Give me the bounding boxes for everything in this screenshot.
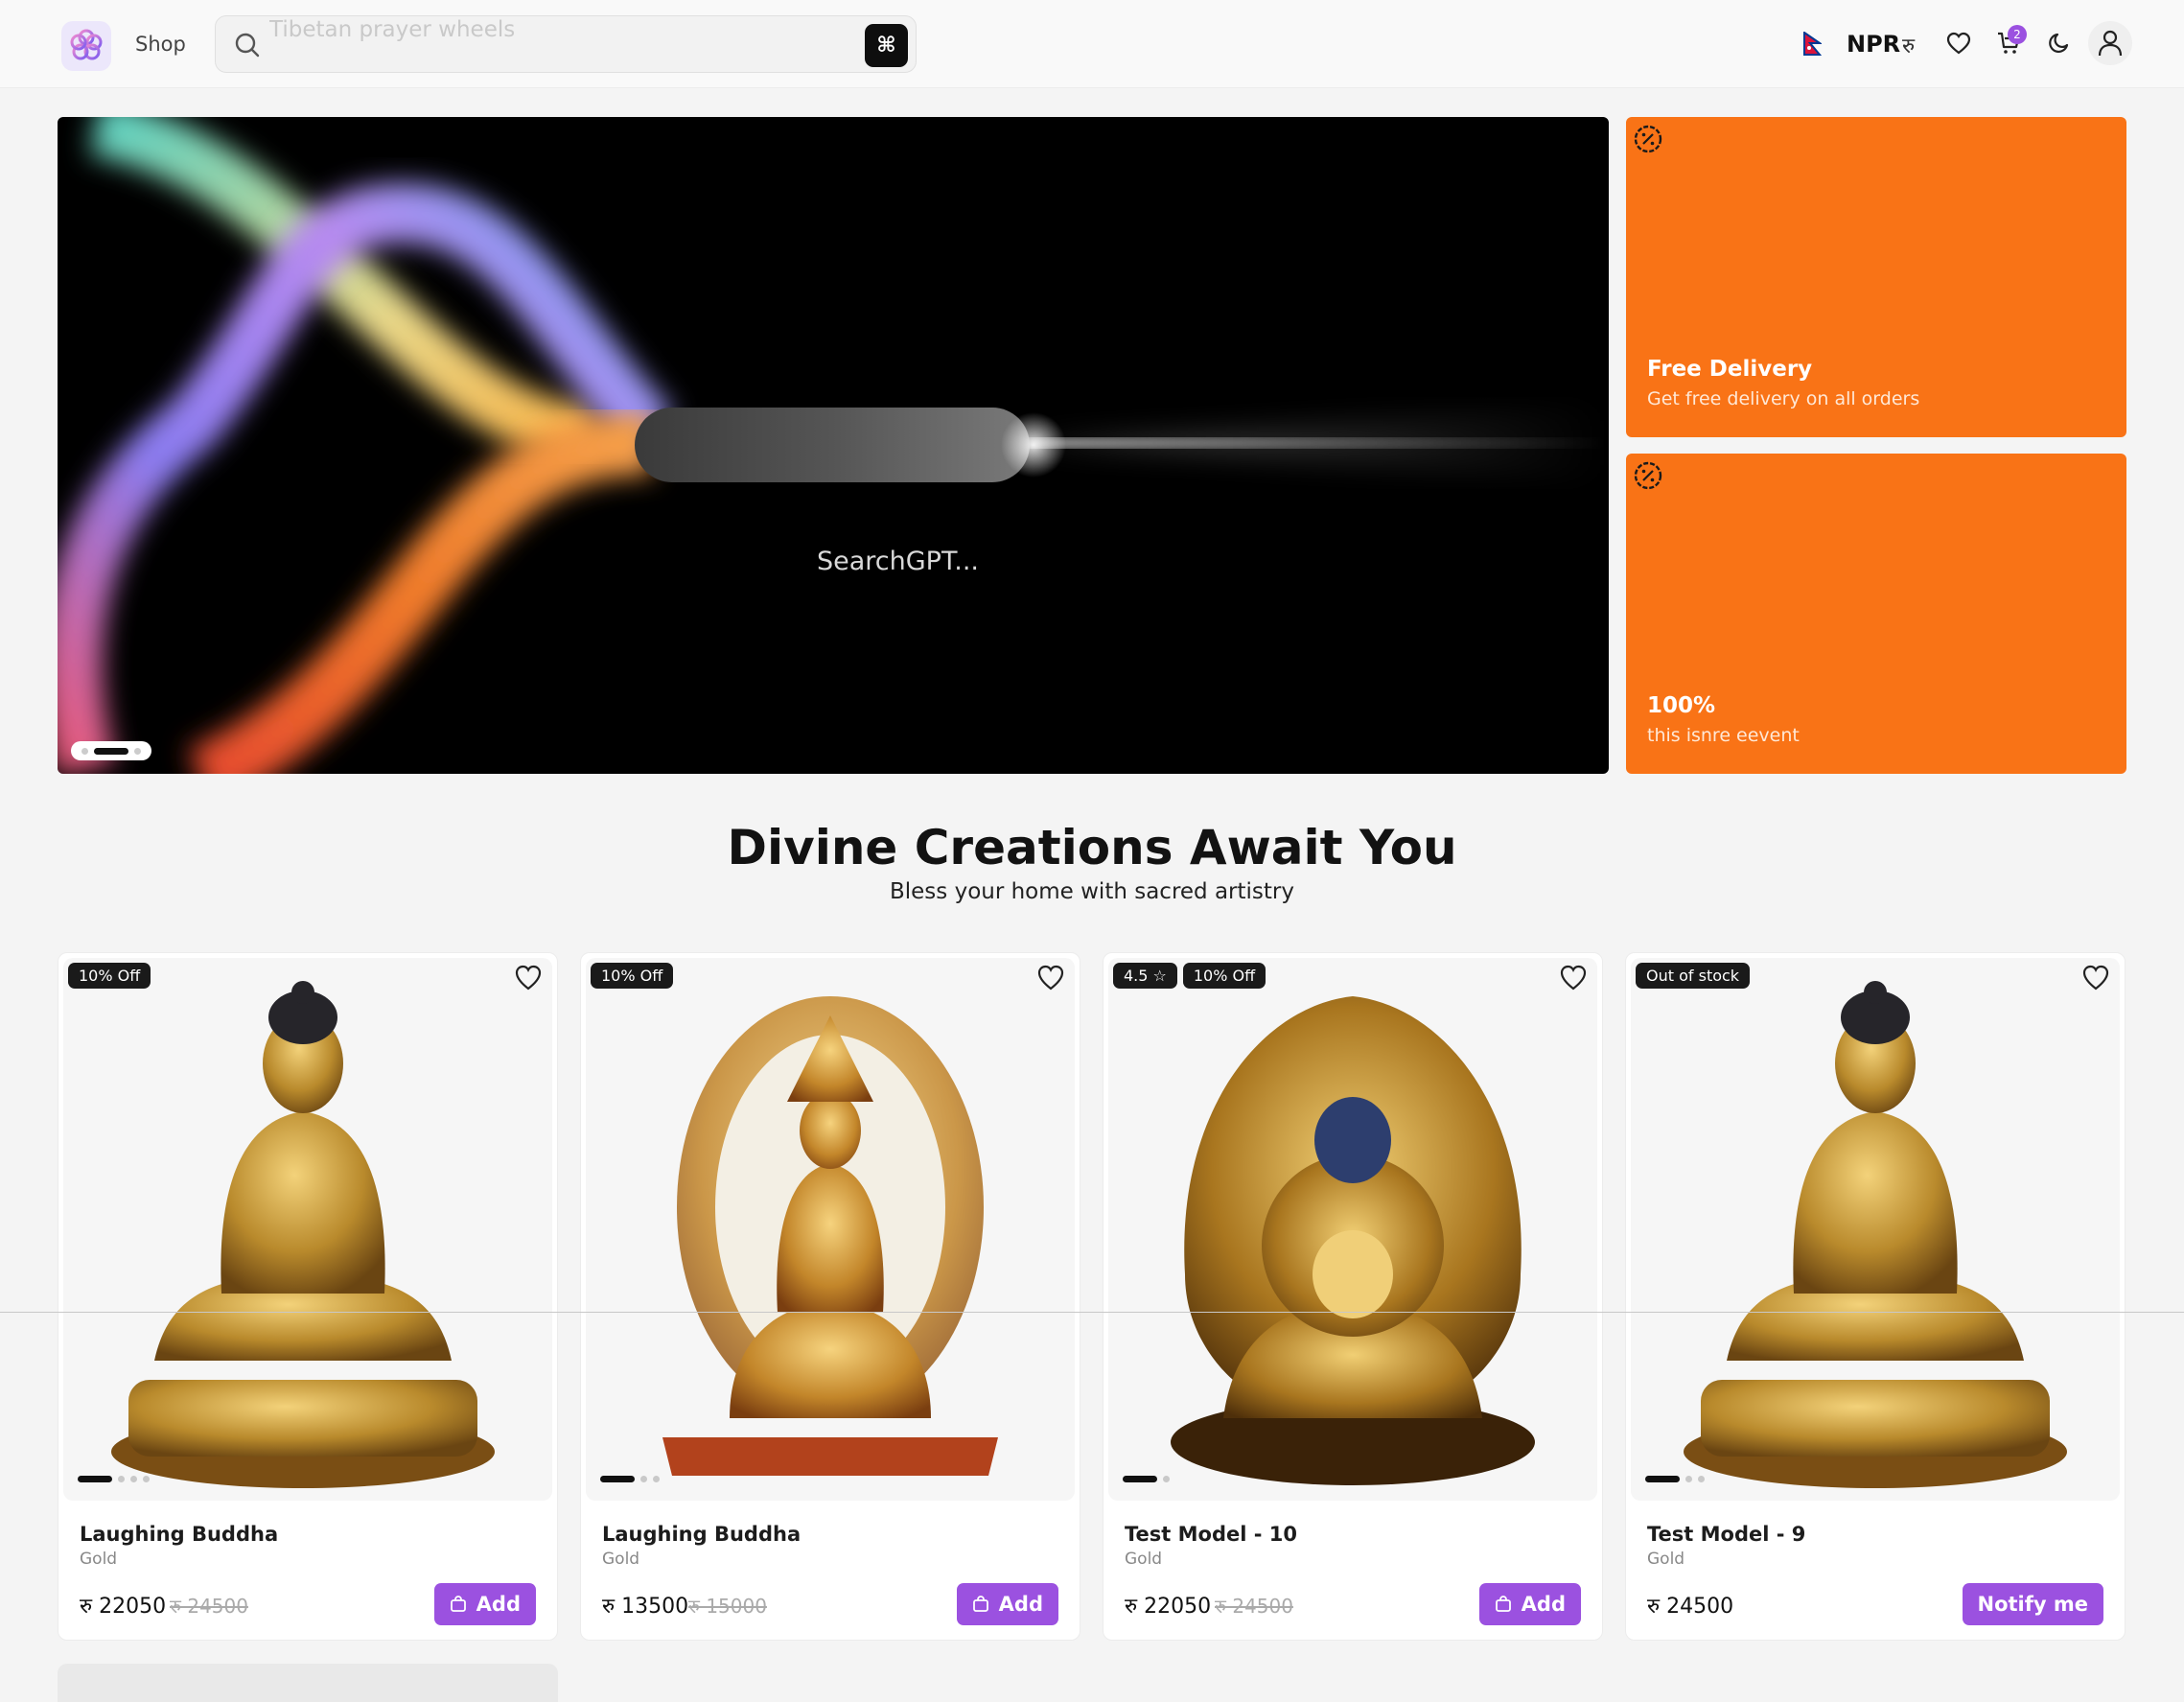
product-name[interactable]: Laughing Buddha xyxy=(602,1523,801,1546)
hero-carousel[interactable]: SearchGPT... xyxy=(58,117,1609,774)
add-button-label: Add xyxy=(1521,1593,1566,1616)
product-original-price: रु 24500 xyxy=(1215,1595,1293,1618)
rating-tag: 4.5 ☆ xyxy=(1113,963,1177,989)
discount-tag: 10% Off xyxy=(591,963,674,989)
section-title: Divine Creations Await You xyxy=(727,820,1457,875)
add-to-cart-button[interactable]: Add xyxy=(433,1583,536,1625)
product-original-price: रु 15000 xyxy=(688,1595,767,1618)
product-variant: Gold xyxy=(1125,1550,1163,1569)
promo-card-event[interactable]: 100% this isnre eevent xyxy=(1626,454,2126,774)
heart-icon xyxy=(1946,32,1971,55)
heart-icon[interactable] xyxy=(1558,963,1589,993)
cart-count-badge: 2 xyxy=(2008,25,2027,44)
promo-title: 100% xyxy=(1647,693,1716,718)
hero-pill-label: SearchGPT... xyxy=(817,547,980,576)
discount-tag: 10% Off xyxy=(68,963,151,989)
product-card[interactable]: 4.5 ☆ 10% Off Test Model - 10 Gold रु 22… xyxy=(1103,952,1603,1641)
image-dots[interactable] xyxy=(1645,1476,1705,1482)
product-name[interactable]: Test Model - 10 xyxy=(1125,1523,1297,1546)
add-to-cart-button[interactable]: Add xyxy=(1478,1583,1581,1625)
bag-icon xyxy=(450,1596,466,1612)
product-variant: Gold xyxy=(80,1550,118,1569)
notify-button-label: Notify me xyxy=(1977,1593,2089,1616)
product-price: रु 24500 xyxy=(1647,1595,1734,1619)
carousel-dot-active[interactable] xyxy=(94,747,128,755)
product-card[interactable]: Out of stock Test Model - 9 Gold रु 2450… xyxy=(1625,952,2126,1641)
search-input[interactable] xyxy=(269,16,806,43)
discount-badge-icon xyxy=(1634,125,1662,153)
discount-badge-icon xyxy=(1634,461,1662,490)
moon-icon xyxy=(2049,33,2069,54)
deity-statue-image xyxy=(1171,996,1535,1485)
section-subtitle: Bless your home with sacred artistry xyxy=(889,879,1294,904)
product-image-carousel[interactable] xyxy=(1631,958,2120,1501)
bag-icon xyxy=(1495,1596,1511,1612)
carousel-indicators[interactable] xyxy=(71,741,151,760)
image-dots[interactable] xyxy=(600,1476,660,1482)
product-original-price: रु 24500 xyxy=(170,1595,248,1618)
add-button-label: Add xyxy=(998,1593,1043,1616)
shop-nav-link[interactable]: Shop xyxy=(135,33,186,56)
user-icon xyxy=(2098,30,2123,57)
buddha-statue-image xyxy=(1684,981,2067,1488)
nepal-flag-icon xyxy=(1803,32,1822,56)
promo-card-free-delivery[interactable]: Free Delivery Get free delivery on all o… xyxy=(1626,117,2126,437)
currency-selector[interactable]: NPR xyxy=(1847,31,1900,58)
promo-subtitle: this isnre eevent xyxy=(1647,725,1800,746)
search-bar[interactable]: ⌘ xyxy=(215,15,917,73)
product-card[interactable]: 10% Off Laughing Buddha Gold रु 22050 रु… xyxy=(58,952,558,1641)
lotus-logo-icon xyxy=(70,29,103,60)
search-icon xyxy=(235,33,260,58)
image-dots[interactable] xyxy=(78,1476,150,1482)
currency-symbol: रु xyxy=(1902,35,1916,58)
image-dots[interactable] xyxy=(1123,1476,1170,1482)
tara-statue-image xyxy=(662,996,998,1476)
carousel-dot[interactable] xyxy=(134,747,141,755)
product-price: रु 22050 xyxy=(1125,1595,1212,1619)
divider xyxy=(0,1312,2184,1313)
promo-subtitle: Get free delivery on all orders xyxy=(1647,388,1920,409)
hero-banner-art xyxy=(58,117,1609,774)
stock-status-tag: Out of stock xyxy=(1636,963,1751,989)
product-name[interactable]: Laughing Buddha xyxy=(80,1523,278,1546)
product-price: रु 13500 xyxy=(602,1595,689,1619)
brand-logo[interactable] xyxy=(61,21,111,71)
product-name[interactable]: Test Model - 9 xyxy=(1647,1523,1805,1546)
heart-icon[interactable] xyxy=(1035,963,1066,993)
loading-card-skeleton xyxy=(58,1664,558,1702)
add-button-label: Add xyxy=(476,1593,521,1616)
carousel-dot[interactable] xyxy=(81,747,88,755)
top-navbar: Shop ⌘ NPR रु 2 xyxy=(0,0,2184,88)
product-variant: Gold xyxy=(1647,1550,1685,1569)
add-to-cart-button[interactable]: Add xyxy=(956,1583,1058,1625)
product-card[interactable]: 10% Off Laughing Buddha Gold रु 13500 रु… xyxy=(580,952,1080,1641)
user-account-button[interactable] xyxy=(2088,21,2132,65)
product-variant: Gold xyxy=(602,1550,640,1569)
command-shortcut-button[interactable]: ⌘ xyxy=(865,24,908,67)
bag-icon xyxy=(972,1596,988,1612)
wishlist-button[interactable] xyxy=(1942,27,1975,59)
product-image-carousel[interactable] xyxy=(63,958,552,1501)
theme-toggle-button[interactable] xyxy=(2043,27,2076,59)
heart-icon[interactable] xyxy=(2080,963,2111,993)
product-image-carousel[interactable] xyxy=(586,958,1075,1501)
product-price: रु 22050 xyxy=(80,1595,167,1619)
heart-icon[interactable] xyxy=(513,963,544,993)
product-image-carousel[interactable] xyxy=(1108,958,1597,1501)
discount-tag: 10% Off xyxy=(1182,963,1266,989)
promo-title: Free Delivery xyxy=(1647,357,1813,382)
buddha-statue-image xyxy=(111,981,495,1488)
notify-me-button[interactable]: Notify me xyxy=(1962,1583,2103,1625)
